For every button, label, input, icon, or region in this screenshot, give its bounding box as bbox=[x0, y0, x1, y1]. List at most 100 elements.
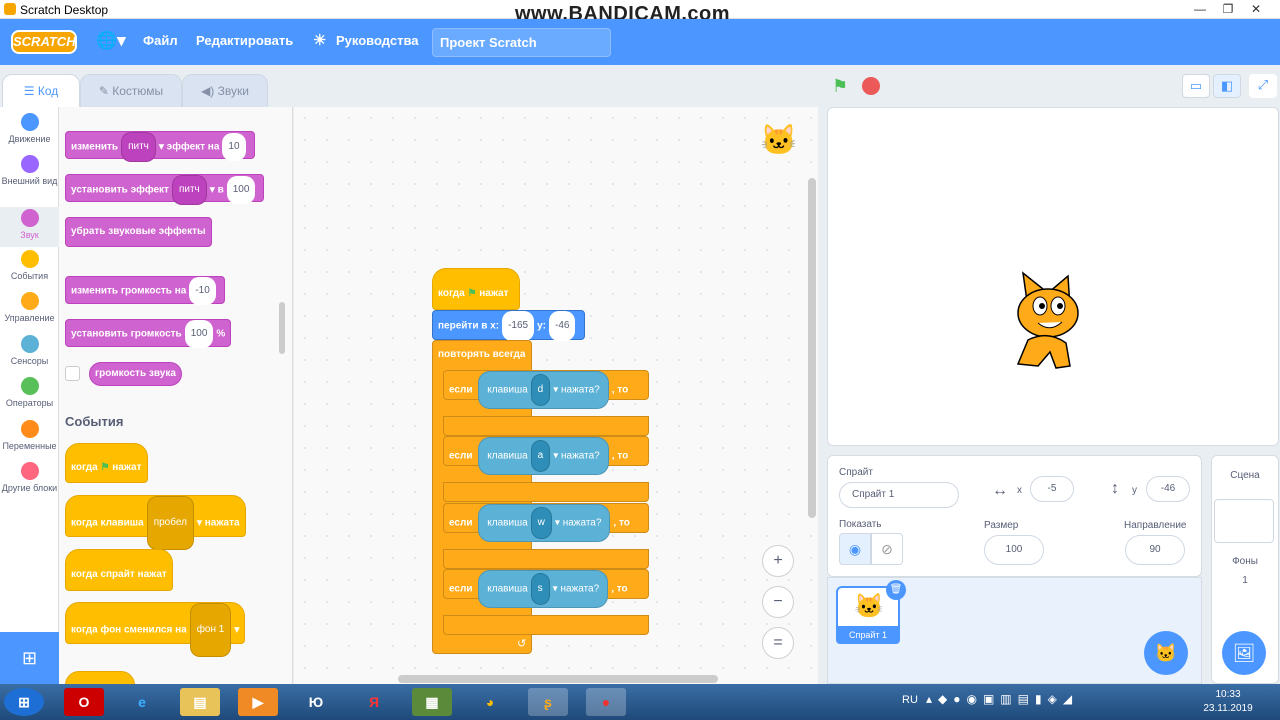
stage-thumbnail[interactable] bbox=[1214, 499, 1274, 543]
if-block-bottom bbox=[443, 482, 649, 502]
project-title-input[interactable]: Проект Scratch bbox=[432, 28, 611, 57]
tray-icons[interactable]: ▴◆●◉▣▥▤▮◈◢ bbox=[926, 692, 1078, 706]
script-when-flag-clicked[interactable]: когда ⚑ нажат bbox=[432, 268, 520, 310]
block-set-volume[interactable]: установить громкость 100% bbox=[65, 319, 232, 348]
delete-sprite-button[interactable]: 🗑 bbox=[886, 580, 906, 600]
start-button[interactable]: ⊞ bbox=[4, 688, 44, 716]
explorer-icon[interactable]: ▤ bbox=[180, 688, 220, 716]
y-arrows-icon: ↕ bbox=[1111, 480, 1119, 497]
scratch-taskbar-icon[interactable]: ʂ bbox=[528, 688, 568, 716]
green-flag-icon: ⚑ bbox=[100, 462, 110, 473]
category-label: Движение bbox=[8, 134, 51, 144]
cat-thumbnail-icon: 🐱 bbox=[854, 593, 884, 620]
menu-file[interactable]: Файл bbox=[143, 33, 178, 48]
y-input[interactable]: -46 bbox=[1146, 476, 1190, 502]
ie-icon[interactable]: e bbox=[122, 688, 162, 716]
add-extension-button[interactable]: ⊞ bbox=[0, 632, 59, 684]
zoom-reset-icon: = bbox=[773, 634, 783, 651]
tab-code[interactable]: ☰ Код bbox=[2, 74, 80, 108]
category-0[interactable]: Движение bbox=[0, 113, 59, 144]
menu-edit[interactable]: Редактировать bbox=[196, 33, 293, 48]
category-2[interactable]: Звук bbox=[0, 207, 59, 247]
show-hidden-button[interactable]: ⊘ bbox=[871, 533, 903, 565]
block-set-sound-effect[interactable]: установить эффект питч ▾ в 100 bbox=[65, 174, 265, 205]
stage-canvas[interactable] bbox=[827, 107, 1279, 446]
block-when-flag-clicked[interactable]: когда ⚑ нажат bbox=[65, 443, 148, 483]
sprite-name-input[interactable]: Спрайт 1 bbox=[839, 482, 959, 508]
size-input[interactable]: 100 bbox=[984, 535, 1044, 565]
system-clock[interactable]: 10:33 23.11.2019 bbox=[1198, 688, 1258, 716]
globe-icon[interactable]: 🌐▾ bbox=[96, 31, 126, 51]
scratch-logo[interactable]: SCRATCH bbox=[11, 30, 77, 54]
window-title: Scratch Desktop bbox=[20, 3, 109, 17]
script-if-block[interactable]: если клавиша a ▾ нажата?, то bbox=[443, 436, 649, 475]
media-player-icon[interactable]: ▶ bbox=[238, 688, 278, 716]
large-stage-button[interactable]: ◧ bbox=[1213, 74, 1241, 98]
backdrops-label: Фоны bbox=[1232, 556, 1258, 567]
script-if-block[interactable]: если клавиша d ▾ нажата?, то bbox=[443, 370, 649, 409]
menu-bar: SCRATCH 🌐▾ Файл Редактировать ☀ Руководс… bbox=[0, 19, 1280, 65]
yandex-icon[interactable]: Я bbox=[354, 688, 394, 716]
cat-plus-icon: 🐱 bbox=[1154, 643, 1178, 663]
block-when-sprite-clicked[interactable]: когда спрайт нажат bbox=[65, 549, 173, 591]
stop-button[interactable] bbox=[862, 77, 880, 95]
zoom-out-icon: − bbox=[773, 593, 783, 610]
block-clear-sound-effects[interactable]: убрать звуковые эффекты bbox=[65, 217, 212, 247]
volume-checkbox[interactable] bbox=[65, 366, 80, 381]
workspace-vscrollbar[interactable] bbox=[808, 178, 816, 518]
opera-icon[interactable]: O bbox=[64, 688, 104, 716]
maximize-button[interactable]: ❐ bbox=[1214, 0, 1242, 18]
language-indicator[interactable]: RU bbox=[902, 694, 918, 706]
category-7[interactable]: Переменные bbox=[0, 420, 59, 451]
zoom-out-button[interactable]: − bbox=[762, 586, 794, 618]
category-dot-icon bbox=[20, 292, 39, 310]
block-when-backdrop-switches[interactable]: когда фон сменился на фон 1 ▾ bbox=[65, 602, 246, 657]
code-icon: ☰ bbox=[23, 84, 38, 98]
script-if-block[interactable]: если клавиша w ▾ нажата?, то bbox=[443, 503, 649, 542]
minecraft-icon[interactable]: ▦ bbox=[412, 688, 452, 716]
category-label: Управление bbox=[4, 313, 55, 323]
category-6[interactable]: Операторы bbox=[0, 377, 59, 408]
green-flag-button[interactable]: ⚑ bbox=[832, 76, 848, 97]
zoom-in-button[interactable]: + bbox=[762, 545, 794, 577]
category-dot-icon bbox=[20, 113, 39, 131]
tab-costumes[interactable]: ✎ Костюмы bbox=[80, 74, 182, 108]
yu-app-icon[interactable]: Ю bbox=[296, 688, 336, 716]
block-palette: изменить питч ▾ эффект на 10 установить эфф… bbox=[59, 107, 293, 684]
category-label: Операторы bbox=[5, 398, 54, 408]
reporter-volume[interactable]: громкость звука bbox=[89, 362, 182, 386]
category-8[interactable]: Другие блоки bbox=[0, 462, 59, 493]
category-4[interactable]: Управление bbox=[0, 292, 59, 323]
x-input[interactable]: -5 bbox=[1030, 476, 1074, 502]
fullscreen-button[interactable]: ⤢ bbox=[1249, 74, 1277, 98]
close-button[interactable]: ✕ bbox=[1242, 0, 1270, 18]
block-change-volume[interactable]: изменить громкость на -10 bbox=[65, 276, 225, 305]
palette-scrollbar[interactable] bbox=[279, 302, 285, 354]
script-if-block[interactable]: если клавиша s ▾ нажата?, то bbox=[443, 569, 649, 608]
cat-sprite[interactable] bbox=[998, 268, 1098, 373]
trash-icon: 🗑 bbox=[889, 584, 903, 595]
minimize-button[interactable]: — bbox=[1186, 0, 1214, 18]
tab-sounds[interactable]: ◀) Звуки bbox=[182, 74, 268, 108]
category-3[interactable]: События bbox=[0, 250, 59, 281]
workspace-hscrollbar[interactable] bbox=[398, 675, 718, 683]
chrome-icon[interactable]: ◕ bbox=[470, 688, 510, 716]
bandicam-icon[interactable]: ● bbox=[586, 688, 626, 716]
zoom-reset-button[interactable]: = bbox=[762, 627, 794, 659]
show-visible-button[interactable]: ◉ bbox=[839, 533, 871, 565]
brush-icon: ✎ bbox=[98, 84, 113, 98]
small-stage-button[interactable]: ▭ bbox=[1182, 74, 1210, 98]
category-5[interactable]: Сенсоры bbox=[0, 335, 59, 366]
menu-tutorials[interactable]: Руководства bbox=[336, 33, 419, 48]
os-taskbar: ⊞ O e ▤ ▶ Ю Я ▦ ◕ ʂ ● RU ▴◆●◉▣▥▤▮◈◢ bbox=[0, 684, 1280, 720]
direction-input[interactable]: 90 bbox=[1125, 535, 1185, 565]
block-change-sound-effect[interactable]: изменить питч ▾ эффект на 10 bbox=[65, 131, 255, 162]
script-go-to-xy[interactable]: перейти в x: -165 y: -46 bbox=[432, 310, 585, 341]
block-when-key-pressed[interactable]: когда клавиша пробел ▾ нажата bbox=[65, 495, 246, 550]
image-plus-icon: 🖼 bbox=[1232, 643, 1256, 663]
category-label: Переменные bbox=[2, 441, 57, 451]
block-partial[interactable] bbox=[65, 671, 135, 684]
choose-sprite-button[interactable]: 🐱 bbox=[1144, 631, 1188, 675]
choose-backdrop-button[interactable]: 🖼 bbox=[1222, 631, 1266, 675]
category-1[interactable]: Внешний вид bbox=[0, 155, 59, 186]
